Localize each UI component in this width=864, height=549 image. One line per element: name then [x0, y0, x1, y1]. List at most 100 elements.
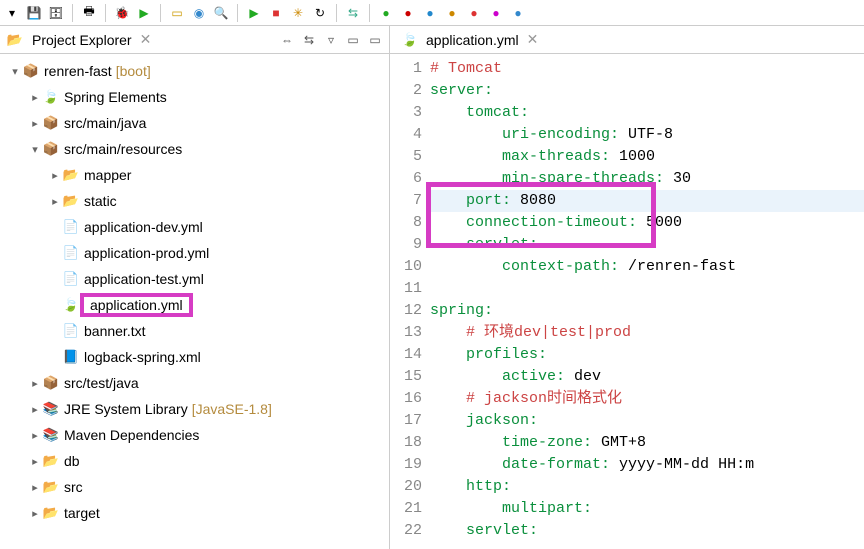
tree-item[interactable]: 📚JRE System Library[JavaSE-1.8]	[6, 396, 389, 422]
editor-code[interactable]: # Tomcatserver: tomcat: uri-encoding: UT…	[426, 54, 864, 549]
code-token: multipart:	[502, 500, 592, 517]
code-token	[430, 434, 502, 451]
tree-root[interactable]: 📦 renren-fast [boot]	[6, 58, 389, 84]
tree-item[interactable]: 📄application-prod.yml	[6, 240, 389, 266]
expand-icon[interactable]	[28, 403, 42, 416]
code-line[interactable]: # Tomcat	[430, 58, 864, 80]
run-icon[interactable]: ▶	[136, 5, 152, 21]
run-green-icon[interactable]: ▶	[246, 5, 262, 21]
code-line[interactable]: port: 8080	[430, 190, 864, 212]
search-icon[interactable]: 🔍	[213, 5, 229, 21]
stop-icon[interactable]: ■	[268, 5, 284, 21]
expand-icon[interactable]	[28, 143, 42, 156]
tree-item[interactable]: 📂src	[6, 474, 389, 500]
code-line[interactable]	[430, 278, 864, 300]
toolbar-separator	[72, 4, 73, 22]
toolbar-dropdown-icon[interactable]: ▾	[4, 5, 20, 21]
tree-item-label: db	[64, 453, 80, 469]
project-tree[interactable]: 📦 renren-fast [boot] 🍃Spring Elements📦sr…	[0, 54, 389, 549]
task-icon[interactable]: ●	[488, 5, 504, 21]
package-icon[interactable]: ▭	[169, 5, 185, 21]
code-line[interactable]: connection-timeout: 5000	[430, 212, 864, 234]
expand-icon[interactable]	[48, 195, 62, 208]
ext-tool-icon[interactable]: ●	[422, 5, 438, 21]
tree-item[interactable]: 📚Maven Dependencies	[6, 422, 389, 448]
code-line[interactable]: servlet:	[430, 520, 864, 542]
expand-icon[interactable]	[28, 507, 42, 520]
gutter-line: 10	[390, 256, 422, 278]
code-token: servlet:	[466, 236, 538, 253]
expand-icon[interactable]	[8, 65, 22, 78]
tree-item[interactable]: 📦src/main/resources	[6, 136, 389, 162]
debug-config-icon[interactable]: ●	[400, 5, 416, 21]
code-line[interactable]: date-format: yyyy-MM-dd HH:m	[430, 454, 864, 476]
code-line[interactable]: multipart:	[430, 498, 864, 520]
type-icon[interactable]: ◉	[191, 5, 207, 21]
expand-icon[interactable]	[28, 377, 42, 390]
sync-icon[interactable]: ⇆	[345, 5, 361, 21]
breakpoint-icon[interactable]: ●	[466, 5, 482, 21]
code-line[interactable]: tomcat:	[430, 102, 864, 124]
collapse-all-icon[interactable]: ⇔	[279, 32, 295, 48]
view-menu-icon[interactable]: ▭	[345, 32, 361, 48]
expand-icon[interactable]	[28, 91, 42, 104]
minimize-icon[interactable]: ▭	[367, 32, 383, 48]
debug-icon[interactable]: 🐞	[114, 5, 130, 21]
tree-item[interactable]: 📄banner.txt	[6, 318, 389, 344]
run-config-icon[interactable]: ●	[378, 5, 394, 21]
code-line[interactable]: server:	[430, 80, 864, 102]
code-line[interactable]: # jackson时间格式化	[430, 388, 864, 410]
code-line[interactable]: uri-encoding: UTF-8	[430, 124, 864, 146]
code-line[interactable]: min-spare-threads: 30	[430, 168, 864, 190]
tree-item[interactable]: 📄application-dev.yml	[6, 214, 389, 240]
tree-item[interactable]: 📂static	[6, 188, 389, 214]
print-icon[interactable]: 🖶	[81, 5, 97, 21]
save-icon[interactable]: 💾	[26, 5, 42, 21]
explorer-close-icon[interactable]: ✕	[136, 31, 156, 48]
tree-item[interactable]: 📘logback-spring.xml	[6, 344, 389, 370]
gutter-line: 1	[390, 58, 422, 80]
tree-item[interactable]: 📄application-test.yml	[6, 266, 389, 292]
gutter-line: 20	[390, 476, 422, 498]
ant-icon[interactable]: ✳	[290, 5, 306, 21]
code-token	[430, 258, 502, 275]
code-line[interactable]: context-path: /renren-fast	[430, 256, 864, 278]
code-line[interactable]: profiles:	[430, 344, 864, 366]
tree-item[interactable]: 📂db	[6, 448, 389, 474]
gutter-line: 2	[390, 80, 422, 102]
code-line[interactable]: servlet:	[430, 234, 864, 256]
folder-open-icon: 📂	[62, 166, 80, 184]
editor-tab-application-yml[interactable]: 🍃 application.yml ✕	[394, 31, 546, 48]
expand-icon[interactable]	[28, 117, 42, 130]
code-line[interactable]: spring:	[430, 300, 864, 322]
code-token: jackson:	[466, 412, 538, 429]
coverage-icon[interactable]: ●	[444, 5, 460, 21]
expand-icon[interactable]	[28, 429, 42, 442]
tree-item[interactable]: 📦src/main/java	[6, 110, 389, 136]
code-line[interactable]: # 环境dev|test|prod	[430, 322, 864, 344]
tree-item[interactable]: 🍃application.yml	[6, 292, 389, 318]
tree-item[interactable]: 📂target	[6, 500, 389, 526]
file-icon: 📄	[62, 244, 80, 262]
nav-fwd-icon[interactable]: ●	[510, 5, 526, 21]
code-editor[interactable]: 12345678910111213141516171819202122 # To…	[390, 54, 864, 549]
tree-item[interactable]: 📂mapper	[6, 162, 389, 188]
expand-icon[interactable]	[28, 481, 42, 494]
refresh-icon[interactable]: ↻	[312, 5, 328, 21]
tree-item[interactable]: 📦src/test/java	[6, 370, 389, 396]
code-line[interactable]: jackson:	[430, 410, 864, 432]
save-all-icon[interactable]: 🗄	[48, 5, 64, 21]
focus-icon[interactable]: ▿	[323, 32, 339, 48]
code-line[interactable]: http:	[430, 476, 864, 498]
expand-icon[interactable]	[28, 455, 42, 468]
code-token	[430, 192, 466, 209]
expand-icon[interactable]	[48, 169, 62, 182]
tree-item[interactable]: 🍃Spring Elements	[6, 84, 389, 110]
code-line[interactable]: time-zone: GMT+8	[430, 432, 864, 454]
code-line[interactable]: active: dev	[430, 366, 864, 388]
close-tab-icon[interactable]: ✕	[527, 31, 539, 48]
link-editor-icon[interactable]: ⇆	[301, 32, 317, 48]
code-line[interactable]: max-threads: 1000	[430, 146, 864, 168]
gutter-line: 14	[390, 344, 422, 366]
code-token	[430, 126, 502, 143]
